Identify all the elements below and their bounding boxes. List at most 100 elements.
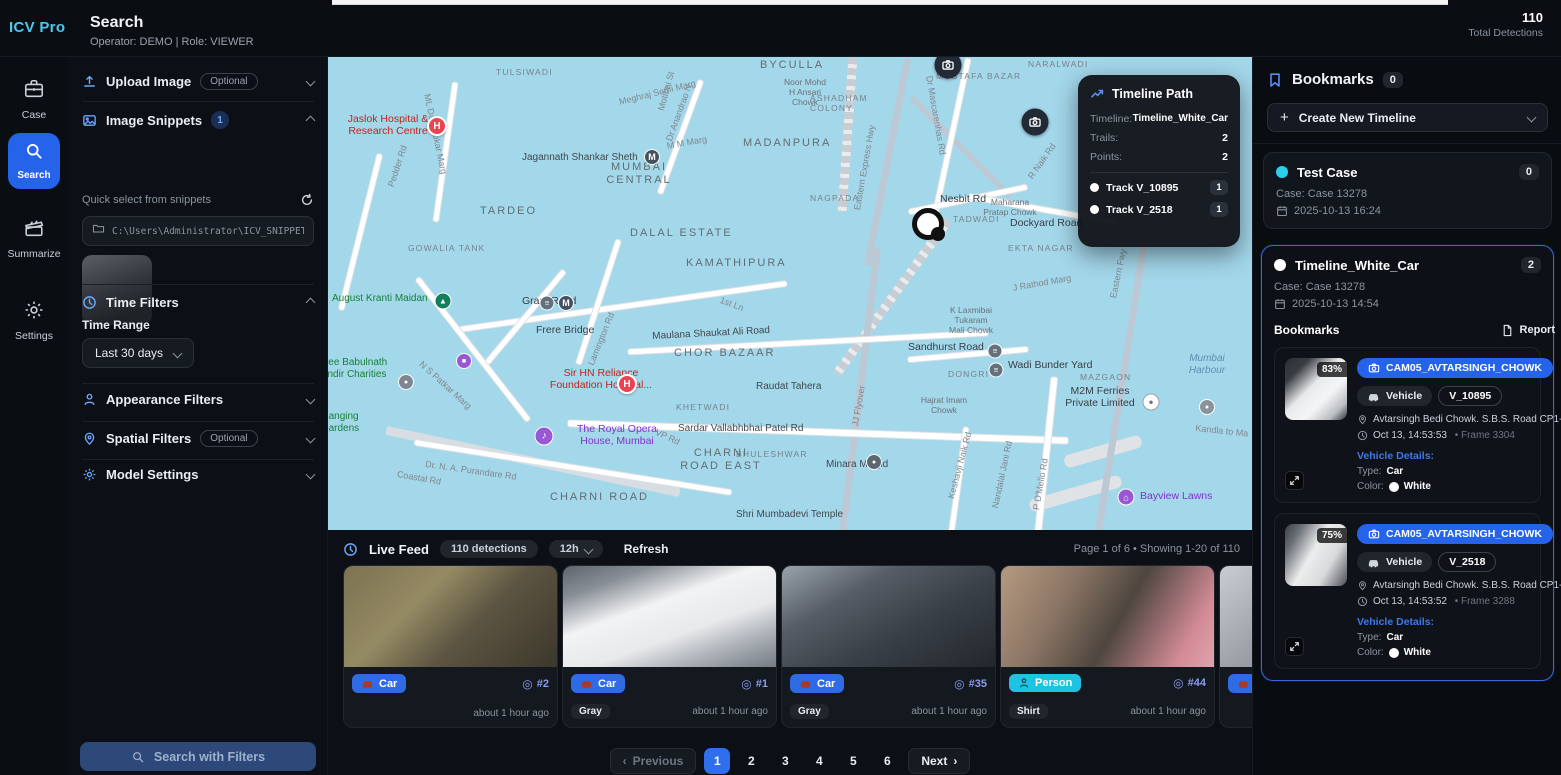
page-info-text: Page 1 of 6 • Showing 1-20 of 110 <box>1074 543 1240 555</box>
page-number-2[interactable]: 2 <box>738 748 764 774</box>
report-button[interactable]: Report <box>1501 324 1555 337</box>
total-detections: 110 Total Detections <box>1468 10 1543 39</box>
overlay-points-row: Points: 2 <box>1090 151 1228 163</box>
previous-page-button[interactable]: ‹Previous <box>610 748 697 774</box>
snippet-hint-text: Quick select from snippets <box>82 194 211 206</box>
class-badge: Vehicle <box>1357 386 1432 406</box>
folder-icon <box>92 222 105 240</box>
detection-id: ◎#35 <box>954 677 987 691</box>
detection-time: about 1 hour ago <box>911 706 987 717</box>
time-range-dropdown[interactable]: Last 30 days <box>82 338 194 368</box>
search-icon <box>131 750 145 764</box>
detection-time: about 1 hour ago <box>473 708 549 719</box>
image-snippets-section[interactable]: Image Snippets 1 <box>68 111 328 129</box>
vehicle-color: Color:White <box>1357 647 1530 658</box>
chevron-down-icon <box>173 348 183 358</box>
temple-marker-icon: ● <box>398 374 414 390</box>
refresh-button[interactable]: Refresh <box>618 541 675 557</box>
expand-button[interactable] <box>1285 471 1304 490</box>
detection-card[interactable]: Person ◎#44 Shirt about 1 hour ago <box>1000 565 1215 728</box>
page-number-3[interactable]: 3 <box>772 748 798 774</box>
detection-card[interactable]: Car <box>1219 565 1252 728</box>
chevron-up-icon[interactable] <box>306 115 316 125</box>
page-title: Search <box>90 14 143 32</box>
map-label: CHARNI ROAD <box>550 491 649 504</box>
mosque-marker-icon: ● <box>866 454 882 470</box>
map-label: TULSIWADI <box>496 67 553 77</box>
optional-badge: Optional <box>200 430 257 447</box>
clock-icon <box>343 542 358 557</box>
track-count-badge: 1 <box>1210 202 1228 217</box>
chevron-up-icon[interactable] <box>306 298 316 308</box>
sidebar-item-case[interactable]: Case <box>0 78 68 121</box>
sidebar-item-settings[interactable]: Settings <box>0 299 68 342</box>
track-name: Track V_10895 <box>1106 182 1203 194</box>
map-label: Hajrat Imam Chowk <box>913 395 975 415</box>
camera-badge[interactable]: CAM05_AVTARSINGH_CHOWK <box>1357 524 1553 544</box>
image-snippets-label: Image Snippets <box>106 113 202 128</box>
snippet-thumbnail[interactable] <box>82 255 152 325</box>
refresh-icon[interactable] <box>300 193 314 207</box>
time-window-dropdown[interactable]: 12h <box>549 540 603 558</box>
divider <box>82 459 314 460</box>
timeline-count-badge: 2 <box>1521 257 1541 273</box>
vehicle-type: Type:Car <box>1357 466 1530 477</box>
track-dot <box>1090 183 1099 192</box>
sidebar-item-summarize[interactable]: Summarize <box>0 217 68 260</box>
detection-attribute-badge: Gray <box>571 704 610 719</box>
chevron-down-icon[interactable] <box>306 77 316 87</box>
page-number-4[interactable]: 4 <box>806 748 832 774</box>
map-label: NARALWADI <box>1028 59 1088 69</box>
expand-button[interactable] <box>1285 637 1304 656</box>
camera-badge[interactable]: CAM05_AVTARSINGH_CHOWK <box>1357 358 1553 378</box>
detection-card[interactable]: Car ◎#2 about 1 hour ago <box>343 565 558 728</box>
camera-marker-icon[interactable] <box>1022 109 1049 136</box>
detection-time: about 1 hour ago <box>1130 706 1206 717</box>
next-page-button[interactable]: Next› <box>908 748 970 774</box>
upload-icon <box>82 74 97 89</box>
map-label: Dockyard Road <box>1010 217 1082 229</box>
color-swatch <box>1389 648 1399 658</box>
detections-count-badge: 110 detections <box>440 540 538 558</box>
timeline-case: Case: Case 13278 <box>1274 281 1541 293</box>
top-light-strip <box>332 0 1448 5</box>
chevron-down-icon[interactable] <box>306 470 316 480</box>
spatial-filters-section[interactable]: Spatial Filters Optional <box>68 430 328 447</box>
chevron-down-icon[interactable] <box>306 395 316 405</box>
overlay-track-row[interactable]: Track V_10895 1 <box>1090 180 1228 195</box>
map-label: Shree Babulnath Mandir Charities <box>328 357 400 381</box>
appearance-filters-section[interactable]: Appearance Filters <box>68 392 328 407</box>
overlay-trails-row: Trails: 2 <box>1090 132 1228 144</box>
upload-image-section[interactable]: Upload Image Optional <box>68 73 328 90</box>
car-icon <box>1367 556 1380 569</box>
header: ICV Pro Search Operator: DEMO | Role: VI… <box>0 0 1561 57</box>
bookmark-item[interactable]: 83% CAM05_AVTARSINGH_CHOWK Vehicle V_108… <box>1274 347 1541 503</box>
clock-icon <box>1357 596 1368 607</box>
live-feed-section: Live Feed 110 detections 12h Refresh Pag… <box>328 530 1252 775</box>
snippet-path-input[interactable]: C:\Users\Administrator\ICV_SNIPPET <box>82 216 314 246</box>
sidebar-item-search[interactable]: Search <box>8 133 60 189</box>
page-number-6[interactable]: 6 <box>874 748 900 774</box>
search-with-filters-button[interactable]: Search with Filters <box>80 742 316 771</box>
model-settings-section[interactable]: Model Settings <box>68 467 328 482</box>
timeline-card-test-case[interactable]: Test Case 0 Case: Case 13278 2025-10-13 … <box>1263 152 1552 229</box>
bookmark-item[interactable]: 75% CAM05_AVTARSINGH_CHOWK Vehicle V_251… <box>1274 513 1541 669</box>
map[interactable]: BYCULLANoor Mohd H Ansari ChowkTULSIWADI… <box>328 57 1252 530</box>
create-new-timeline-button[interactable]: + Create New Timeline <box>1267 103 1548 132</box>
bookmark-location: Avtarsingh Bedi Chowk. S.B.S. Road CP1-.… <box>1357 580 1530 591</box>
detection-time: about 1 hour ago <box>692 706 768 717</box>
map-label: ASHADHAM COLONY <box>810 93 880 113</box>
page-number-1[interactable]: 1 <box>704 748 730 774</box>
page-number-5[interactable]: 5 <box>840 748 866 774</box>
timeline-card-white-car[interactable]: Timeline_White_Car 2 Case: Case 13278 20… <box>1261 245 1554 681</box>
document-icon <box>1501 324 1514 337</box>
detection-attribute-badge: Shirt <box>1009 704 1048 719</box>
track-cluster-marker[interactable] <box>912 208 944 240</box>
target-icon: ◎ <box>1173 676 1183 690</box>
time-filters-section[interactable]: Time Filters <box>68 295 328 310</box>
metro-station-icon: M <box>558 295 574 311</box>
detection-card[interactable]: Car ◎#1 Gray about 1 hour ago <box>562 565 777 728</box>
detection-card[interactable]: Car ◎#35 Gray about 1 hour ago <box>781 565 996 728</box>
chevron-down-icon[interactable] <box>306 434 316 444</box>
overlay-track-row[interactable]: Track V_2518 1 <box>1090 202 1228 217</box>
